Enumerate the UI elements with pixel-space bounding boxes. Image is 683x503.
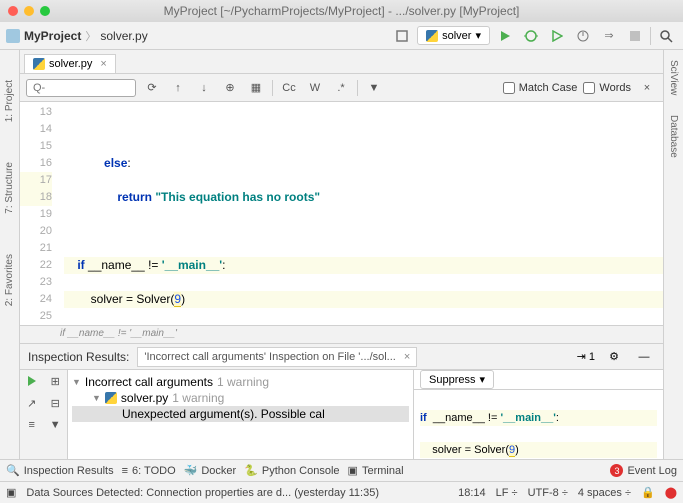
editor-breadcrumb[interactable]: if __name__ != '__main__' bbox=[20, 325, 663, 343]
debug-button[interactable] bbox=[520, 25, 542, 47]
tree-row[interactable]: Unexpected argument(s). Possible cal bbox=[72, 406, 409, 422]
history-icon[interactable]: ⟳ bbox=[142, 78, 162, 98]
toolwin-inspection[interactable]: 🔍 Inspection Results bbox=[6, 464, 114, 477]
editor[interactable]: 1314151617181920212223242526 else: retur… bbox=[20, 102, 663, 325]
lock-icon[interactable]: 🔒 bbox=[641, 486, 655, 499]
python-icon bbox=[105, 392, 117, 404]
left-sidebar: 1: Project 7: Structure 2: Favorites bbox=[0, 50, 20, 459]
toolwin-python-console[interactable]: 🐍 Python Console bbox=[244, 464, 339, 477]
toggle-button[interactable]: ⊞ bbox=[44, 370, 68, 392]
breadcrumb-file[interactable]: solver.py bbox=[100, 29, 147, 43]
encoding[interactable]: UTF-8 ÷ bbox=[528, 487, 568, 499]
titlebar: MyProject [~/PycharmProjects/MyProject] … bbox=[0, 0, 683, 22]
cursor-position[interactable]: 18:14 bbox=[458, 487, 486, 499]
status-bar: ▣ Data Sources Detected: Connection prop… bbox=[0, 481, 683, 503]
expand-button[interactable]: ⊟ bbox=[44, 392, 68, 414]
search-input[interactable] bbox=[26, 79, 136, 97]
inspection-toolbar: ⊞ ↗ ⊟ ≡ ▼ bbox=[20, 370, 68, 459]
window-controls[interactable] bbox=[8, 6, 50, 16]
python-icon bbox=[426, 30, 438, 42]
close-find-button[interactable]: × bbox=[637, 78, 657, 98]
rerun-button[interactable] bbox=[20, 370, 44, 392]
coverage-button[interactable] bbox=[546, 25, 568, 47]
inspection-tab[interactable]: 'Incorrect call arguments' Inspection on… bbox=[137, 347, 417, 367]
tool-window-bar: 🔍 Inspection Results ≡ 6: TODO 🐳 Docker … bbox=[0, 459, 683, 481]
find-bar: ⟳ ↑ ↓ ⊕ ▦ Cc W .* ▼ Match Case Words × bbox=[20, 74, 663, 102]
search-everywhere-button[interactable] bbox=[655, 25, 677, 47]
run-button[interactable] bbox=[494, 25, 516, 47]
hide-icon[interactable]: — bbox=[633, 346, 655, 368]
preview-code[interactable]: if __name__ != '__main__': solver = Solv… bbox=[414, 390, 663, 459]
status-message: Data Sources Detected: Connection proper… bbox=[26, 487, 448, 499]
python-icon bbox=[33, 58, 45, 70]
words-checkbox[interactable]: Words bbox=[583, 82, 631, 94]
window-title: MyProject [~/PycharmProjects/MyProject] … bbox=[164, 4, 520, 18]
match-case-checkbox[interactable]: Match Case bbox=[503, 82, 578, 94]
breadcrumb-sep: 〉 bbox=[85, 28, 96, 44]
status-icon[interactable]: ▣ bbox=[6, 486, 16, 499]
indent[interactable]: 4 spaces ÷ bbox=[578, 487, 631, 499]
inspection-title: Inspection Results: bbox=[28, 350, 129, 364]
tab-solver[interactable]: solver.py × bbox=[24, 54, 116, 73]
inspection-count: ⇥ 1 bbox=[577, 350, 595, 363]
inspection-tree[interactable]: ▼ Incorrect call arguments 1 warning ▼ s… bbox=[68, 370, 413, 459]
sidebar-item-favorites[interactable]: 2: Favorites bbox=[4, 254, 15, 306]
export-button[interactable]: ↗ bbox=[20, 392, 44, 414]
select-all-icon[interactable]: ▦ bbox=[246, 78, 266, 98]
toolwin-docker[interactable]: 🐳 Docker bbox=[184, 464, 237, 477]
toolwin-eventlog[interactable]: 3 Event Log bbox=[610, 464, 677, 477]
word-icon[interactable]: W bbox=[305, 78, 325, 98]
sidebar-item-database[interactable]: Database bbox=[668, 115, 679, 158]
collapse-button[interactable]: ≡ bbox=[20, 414, 44, 436]
center-pane: solver.py × ⟳ ↑ ↓ ⊕ ▦ Cc W .* ▼ Match Ca… bbox=[20, 50, 663, 459]
gear-icon[interactable]: ⚙ bbox=[603, 346, 625, 368]
inspection-preview: Suppress ▾ if __name__ != '__main__': so… bbox=[413, 370, 663, 459]
close-icon[interactable]: × bbox=[404, 351, 410, 363]
toolwin-todo[interactable]: ≡ 6: TODO bbox=[122, 465, 176, 477]
sidebar-item-sciview[interactable]: SciView bbox=[668, 60, 679, 95]
chevron-down-icon: ▾ bbox=[479, 373, 485, 386]
tree-row[interactable]: ▼ solver.py 1 warning bbox=[72, 390, 409, 406]
toolwin-terminal[interactable]: ▣ Terminal bbox=[348, 464, 404, 477]
inspection-body: ⊞ ↗ ⊟ ≡ ▼ ▼ Incorrect call arguments 1 w… bbox=[20, 369, 663, 459]
build-icon[interactable] bbox=[391, 25, 413, 47]
line-separator[interactable]: LF ÷ bbox=[496, 487, 518, 499]
filter-button[interactable]: ▼ bbox=[44, 414, 68, 436]
add-selection-icon[interactable]: ⊕ bbox=[220, 78, 240, 98]
filter-icon[interactable]: ▼ bbox=[364, 78, 384, 98]
close-icon[interactable]: × bbox=[100, 58, 106, 70]
right-sidebar: SciView Database bbox=[663, 50, 683, 459]
main-toolbar: MyProject 〉 solver.py solver ▾ ⇒ bbox=[0, 22, 683, 50]
alert-icon[interactable]: ⬤ bbox=[665, 486, 677, 499]
suppress-bar: Suppress ▾ bbox=[414, 370, 663, 390]
tree-row[interactable]: ▼ Incorrect call arguments 1 warning bbox=[72, 374, 409, 390]
next-match-button[interactable]: ↓ bbox=[194, 78, 214, 98]
suppress-button[interactable]: Suppress ▾ bbox=[420, 370, 494, 389]
project-icon bbox=[6, 29, 20, 43]
attach-button[interactable]: ⇒ bbox=[598, 25, 620, 47]
stop-button[interactable] bbox=[624, 25, 646, 47]
profile-button[interactable] bbox=[572, 25, 594, 47]
regex-icon[interactable]: .* bbox=[331, 78, 351, 98]
chevron-down-icon: ▾ bbox=[475, 29, 481, 42]
sidebar-item-structure[interactable]: 7: Structure bbox=[4, 162, 15, 214]
main-area: 1: Project 7: Structure 2: Favorites sol… bbox=[0, 50, 683, 459]
case-icon[interactable]: Cc bbox=[279, 78, 299, 98]
min-dot[interactable] bbox=[24, 6, 34, 16]
prev-match-button[interactable]: ↑ bbox=[168, 78, 188, 98]
close-dot[interactable] bbox=[8, 6, 18, 16]
breadcrumb-project[interactable]: MyProject bbox=[24, 29, 81, 43]
run-config-selector[interactable]: solver ▾ bbox=[417, 26, 490, 45]
inspection-header: Inspection Results: 'Incorrect call argu… bbox=[20, 343, 663, 369]
gutter: 1314151617181920212223242526 bbox=[20, 102, 60, 325]
sidebar-item-project[interactable]: 1: Project bbox=[4, 80, 15, 122]
editor-content[interactable]: else: return "This equation has no roots… bbox=[60, 102, 663, 325]
max-dot[interactable] bbox=[40, 6, 50, 16]
editor-tabs: solver.py × bbox=[20, 50, 663, 74]
